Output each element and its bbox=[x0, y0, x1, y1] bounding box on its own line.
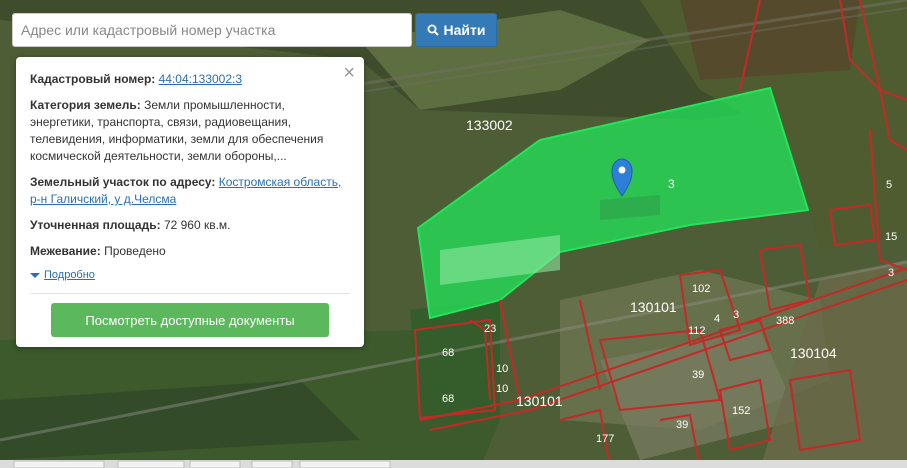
parcel-label-3: 3 bbox=[668, 177, 675, 191]
divider bbox=[30, 293, 350, 294]
land-category-label: Категория земель: bbox=[30, 98, 141, 112]
details-toggle[interactable]: Подробно bbox=[30, 269, 350, 281]
quarter-label-133002: 133002 bbox=[466, 117, 513, 133]
parcel-info-panel: × Кадастровый номер: 44:04:133002:3 Кате… bbox=[16, 57, 364, 347]
parcel-label-3c: 3 bbox=[888, 267, 894, 279]
quarter-label-130101: 130101 bbox=[630, 299, 677, 315]
survey-label: Межевание: bbox=[30, 244, 101, 258]
parcel-label-177: 177 bbox=[596, 433, 614, 445]
view-documents-button[interactable]: Посмотреть доступные документы bbox=[51, 303, 329, 337]
search-icon bbox=[427, 24, 439, 36]
search-button-label: Найти bbox=[443, 22, 486, 38]
area-row: Уточненная площадь: 72 960 кв.м. bbox=[30, 217, 350, 234]
parcel-label-68: 68 bbox=[442, 347, 454, 359]
land-category-row: Категория земель: Земли промышленности, … bbox=[30, 97, 350, 165]
address-row: Земельный участок по адресу: Костромская… bbox=[30, 174, 350, 208]
quarter-label-130101-south: 130101 bbox=[516, 393, 563, 409]
cadastral-number-row: Кадастровый номер: 44:04:133002:3 bbox=[30, 71, 350, 88]
area-value: 72 960 кв.м. bbox=[163, 218, 231, 232]
parcel-label-39: 39 bbox=[692, 369, 704, 381]
parcel-label-388: 388 bbox=[776, 315, 794, 327]
parcel-label-3b: 3 bbox=[733, 309, 739, 321]
address-label: Земельный участок по адресу: bbox=[30, 175, 216, 189]
search-button[interactable]: Найти bbox=[415, 13, 497, 47]
details-toggle-label: Подробно bbox=[44, 269, 95, 281]
survey-value: Проведено bbox=[104, 244, 166, 258]
parcel-label-5: 5 bbox=[886, 179, 892, 191]
parcel-label-4: 4 bbox=[714, 313, 720, 325]
area-label: Уточненная площадь: bbox=[30, 218, 161, 232]
cadastral-number-label: Кадастровый номер: bbox=[30, 72, 156, 86]
parcel-label-102: 102 bbox=[692, 283, 710, 295]
quarter-label-130104: 130104 bbox=[790, 345, 837, 361]
parcel-label-10: 10 bbox=[496, 363, 508, 375]
parcel-label-10b: 10 bbox=[496, 383, 508, 395]
chevron-down-icon bbox=[30, 272, 40, 278]
close-icon[interactable]: × bbox=[343, 63, 355, 83]
search-input[interactable] bbox=[12, 13, 412, 47]
parcel-label-68b: 68 bbox=[442, 393, 454, 405]
parcel-label-15: 15 bbox=[885, 231, 897, 243]
parcel-label-39b: 39 bbox=[676, 419, 688, 431]
parcel-label-152: 152 bbox=[732, 405, 750, 417]
cadastral-number-link[interactable]: 44:04:133002:3 bbox=[159, 72, 242, 86]
parcel-label-112: 112 bbox=[688, 325, 706, 337]
survey-row: Межевание: Проведено bbox=[30, 243, 350, 260]
parcel-label-23: 23 bbox=[484, 323, 496, 335]
